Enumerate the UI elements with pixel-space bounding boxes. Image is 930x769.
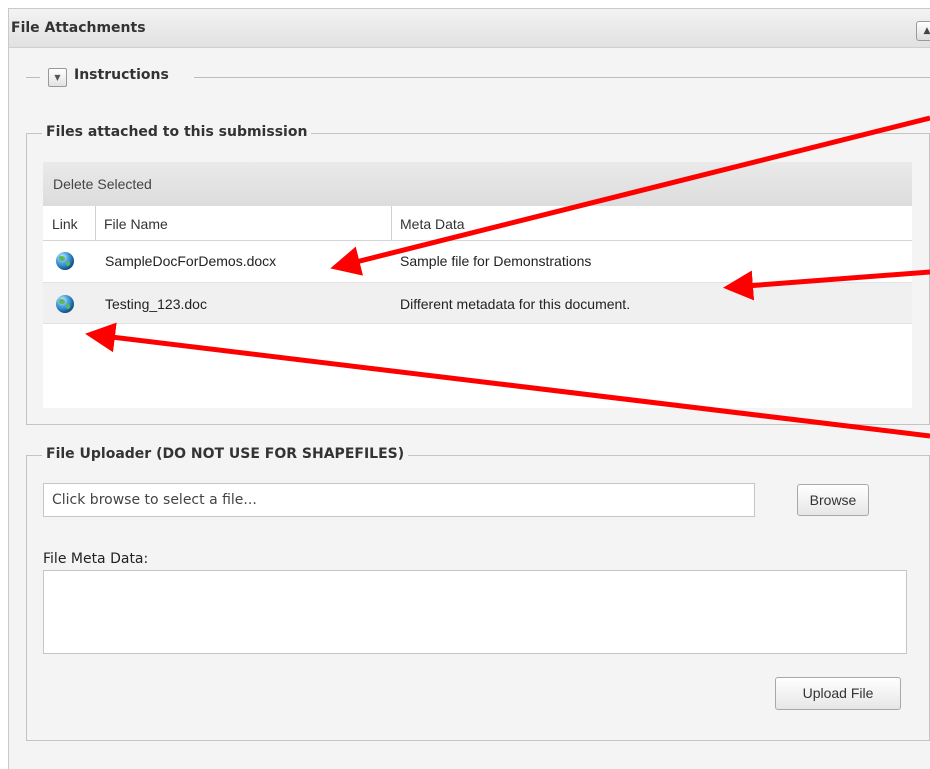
- delete-selected-button[interactable]: Delete Selected: [53, 176, 152, 192]
- instructions-toggle-button[interactable]: ▼: [48, 68, 67, 87]
- file-meta-data-textarea[interactable]: [43, 570, 907, 654]
- attachments-grid: Delete Selected Link File Name Meta Data…: [43, 162, 912, 408]
- panel-title: File Attachments: [11, 20, 146, 36]
- meta-data-cell: Sample file for Demonstrations: [400, 253, 592, 269]
- globe-download-icon[interactable]: [56, 295, 74, 313]
- instructions-rule-right: [194, 77, 930, 78]
- triangle-down-icon: ▼: [54, 73, 61, 82]
- instructions-legend[interactable]: Instructions: [70, 67, 173, 83]
- instructions-rule-left: [26, 77, 40, 78]
- table-row[interactable]: Testing_123.doc Different metadata for t…: [43, 282, 912, 324]
- column-header-meta-data[interactable]: Meta Data: [391, 206, 912, 240]
- file-meta-data-label: File Meta Data:: [43, 551, 149, 567]
- file-path-input[interactable]: Click browse to select a file...: [43, 483, 755, 517]
- triangle-up-icon: ▲: [923, 26, 930, 36]
- grid-header: Link File Name Meta Data: [43, 206, 912, 241]
- collapse-button[interactable]: ▲: [916, 21, 930, 41]
- file-name-cell[interactable]: Testing_123.doc: [105, 283, 207, 325]
- column-header-file-name[interactable]: File Name: [95, 206, 391, 240]
- upload-file-button[interactable]: Upload File: [775, 677, 901, 710]
- grid-toolbar: Delete Selected: [43, 162, 912, 207]
- browse-button[interactable]: Browse: [797, 484, 869, 516]
- column-header-link[interactable]: Link: [43, 206, 95, 240]
- panel-header: File Attachments ▲: [9, 9, 930, 48]
- file-uploader-legend: File Uploader (DO NOT USE FOR SHAPEFILES…: [42, 446, 409, 462]
- globe-download-icon[interactable]: [56, 252, 74, 270]
- meta-data-cell: Different metadata for this document.: [400, 296, 631, 312]
- table-row[interactable]: SampleDocForDemos.docx Sample file for D…: [43, 240, 912, 282]
- file-name-cell[interactable]: SampleDocForDemos.docx: [105, 240, 276, 282]
- attached-files-legend: Files attached to this submission: [42, 124, 312, 140]
